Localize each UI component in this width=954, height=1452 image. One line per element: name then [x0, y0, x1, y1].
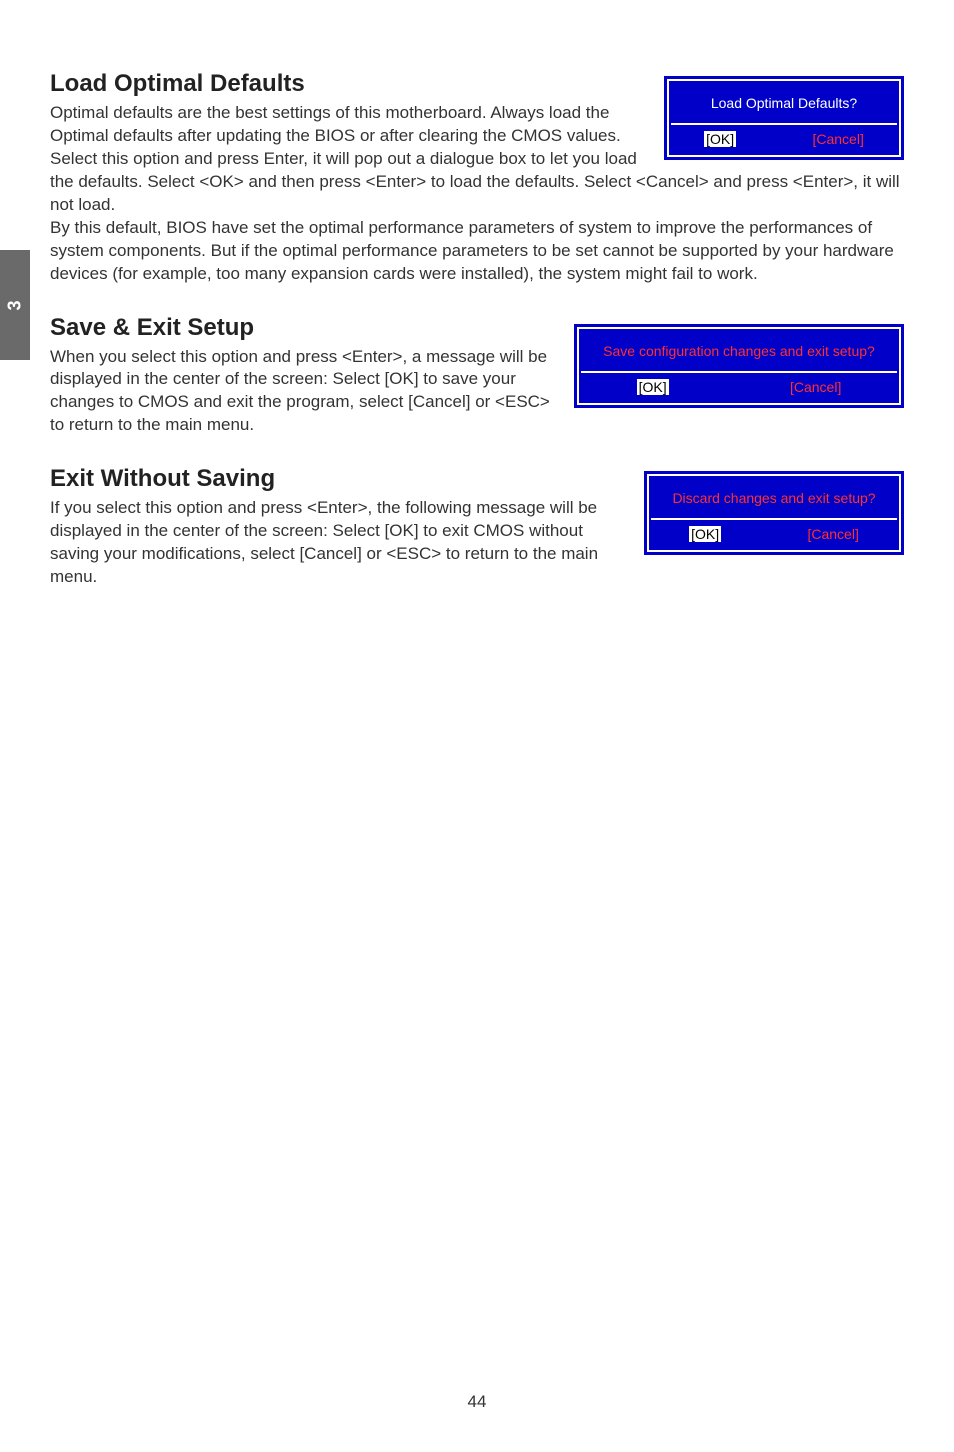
section-load-optimal-defaults: Load Optimal Defaults? [OK] [Cancel] Loa…: [50, 70, 904, 286]
dialog-inner: Save configuration changes and exit setu…: [577, 327, 901, 405]
paragraph: By this default, BIOS have set the optim…: [50, 217, 904, 286]
dialog-buttons: [OK] [Cancel]: [671, 125, 897, 153]
dialog-title: Save configuration changes and exit setu…: [581, 331, 897, 373]
dialog-load-optimal-defaults: Load Optimal Defaults? [OK] [Cancel]: [664, 76, 904, 160]
chapter-tab: 3: [0, 250, 30, 360]
dialog-cancel-button[interactable]: [Cancel]: [790, 379, 841, 395]
dialog-exit-without-saving: Discard changes and exit setup? [OK] [Ca…: [644, 471, 904, 555]
dialog-buttons: [OK] [Cancel]: [581, 373, 897, 401]
dialog-ok-button[interactable]: [OK]: [637, 379, 669, 395]
dialog-cancel-button[interactable]: [Cancel]: [812, 131, 863, 147]
page-number: 44: [0, 1392, 954, 1412]
chapter-number: 3: [4, 300, 25, 310]
section-exit-without-saving: Discard changes and exit setup? [OK] [Ca…: [50, 465, 904, 589]
dialog-save-exit: Save configuration changes and exit setu…: [574, 324, 904, 408]
section-save-exit-setup: Save configuration changes and exit setu…: [50, 314, 904, 438]
dialog-ok-button[interactable]: [OK]: [704, 131, 736, 147]
dialog-title: Load Optimal Defaults?: [671, 83, 897, 125]
dialog-buttons: [OK] [Cancel]: [651, 520, 897, 548]
dialog-ok-button[interactable]: [OK]: [689, 526, 721, 542]
dialog-cancel-button[interactable]: [Cancel]: [807, 526, 858, 542]
dialog-title: Discard changes and exit setup?: [651, 478, 897, 520]
dialog-inner: Discard changes and exit setup? [OK] [Ca…: [647, 474, 901, 552]
dialog-inner: Load Optimal Defaults? [OK] [Cancel]: [667, 79, 901, 157]
